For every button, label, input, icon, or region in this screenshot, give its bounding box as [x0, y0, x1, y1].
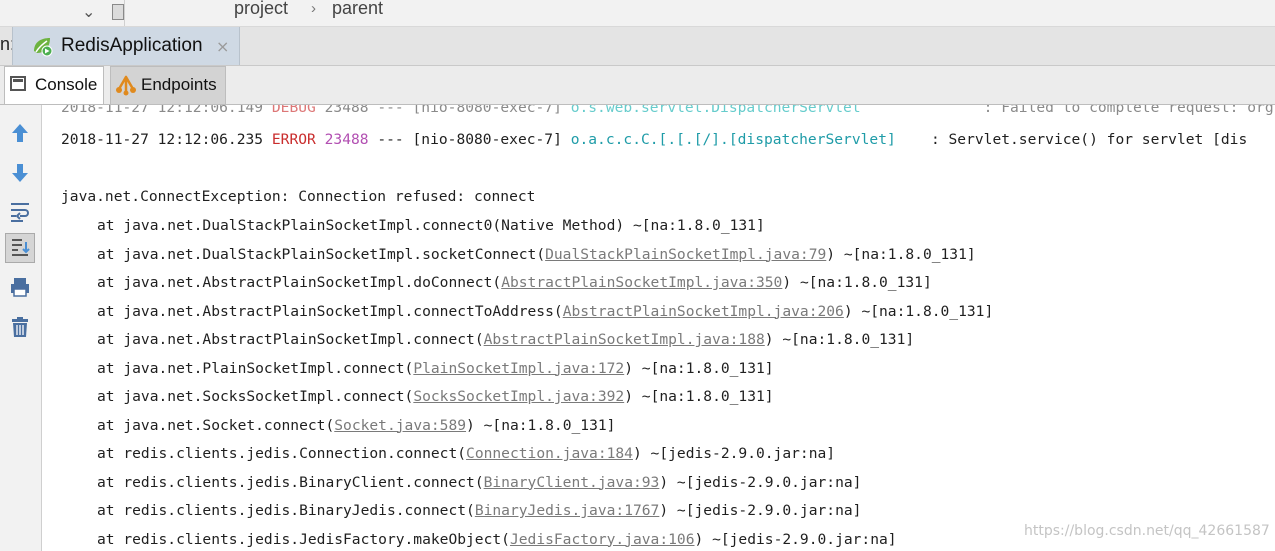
close-icon[interactable]: × [216, 37, 229, 56]
breadcrumb-item-parent[interactable]: parent [332, 0, 383, 19]
console-icon [10, 76, 26, 91]
tab-endpoints-label: Endpoints [141, 75, 217, 94]
stack-frame: at java.net.AbstractPlainSocketImpl.conn… [97, 302, 994, 320]
source-link[interactable]: Connection.java:184 [466, 445, 633, 462]
stack-method: at java.net.Socket.connect [97, 416, 326, 434]
stack-method: at java.net.DualStackPlainSocketImpl.soc… [97, 245, 537, 263]
source-link[interactable]: BinaryClient.java:93 [484, 474, 660, 491]
stack-frame: at redis.clients.jedis.Connection.connec… [97, 445, 836, 462]
stack-jar-info: ~[na:1.8.0_131] [624, 217, 765, 234]
soft-wrap-icon[interactable] [8, 199, 32, 223]
source-link[interactable]: DualStackPlainSocketImpl.java:79 [545, 246, 826, 263]
breadcrumb-bar: ⌄ project › parent [0, 0, 1275, 27]
stack-method: at redis.clients.jedis.BinaryJedis.conne… [97, 502, 467, 519]
stack-method: at redis.clients.jedis.Connection.connec… [97, 445, 458, 462]
stack-jar-info: ~[na:1.8.0_131] [633, 388, 774, 405]
stack-frame: at java.net.PlainSocketImpl.connect(Plai… [97, 359, 774, 377]
file-icon [112, 4, 124, 20]
print-icon[interactable] [8, 275, 32, 299]
stack-frame: at redis.clients.jedis.JedisFactory.make… [97, 530, 897, 548]
log-thread: [nio-8080-exec-7] [412, 131, 562, 148]
stack-jar-info: ~[jedis-2.9.0.jar:na] [703, 530, 897, 548]
log-message: : Servlet.service() for servlet [dis [930, 131, 1248, 148]
scroll-to-end-icon[interactable] [5, 233, 35, 263]
source-link[interactable]: SocksSocketImpl.java:392 [413, 388, 624, 405]
stack-method: at java.net.DualStackPlainSocketImpl.con… [97, 217, 625, 234]
stack-frame: at redis.clients.jedis.BinaryClient.conn… [97, 473, 862, 491]
run-tab-bar: n: RedisApplication × [0, 27, 1275, 66]
log-date: 2018-11-27 12:12:06.235 [61, 131, 264, 148]
source-link[interactable]: AbstractPlainSocketImpl.java:206 [563, 303, 844, 320]
stack-frame: at java.net.AbstractPlainSocketImpl.doCo… [97, 274, 932, 291]
run-tab-redis-application[interactable]: RedisApplication × [12, 27, 240, 65]
tab-endpoints[interactable]: Endpoints [110, 66, 226, 104]
log-pid: 23488 [324, 131, 369, 148]
stack-jar-info: ~[na:1.8.0_131] [791, 274, 932, 291]
log-level: ERROR [271, 131, 316, 148]
source-link[interactable]: JedisFactory.java:106 [510, 531, 695, 548]
breadcrumb-separator: › [311, 0, 316, 17]
stack-method: at java.net.AbstractPlainSocketImpl.conn… [97, 331, 475, 348]
tab-console-label: Console [35, 75, 98, 94]
source-link[interactable]: Socket.java:589 [334, 417, 466, 434]
stack-jar-info: ~[na:1.8.0_131] [835, 245, 976, 263]
stack-method: at redis.clients.jedis.JedisFactory.make… [97, 530, 502, 548]
spring-boot-icon [34, 38, 53, 57]
arrow-down-icon[interactable] [8, 161, 32, 185]
stack-frame: at java.net.DualStackPlainSocketImpl.con… [97, 217, 765, 234]
console-side-toolbar [0, 105, 42, 551]
source-link[interactable]: BinaryJedis.java:1767 [475, 502, 660, 519]
scroll-to-end-glyph [12, 239, 30, 256]
stack-jar-info: ~[na:1.8.0_131] [852, 302, 994, 320]
log-logger[interactable]: o.a.c.c.C.[.[.[/].[dispatcherServlet] [571, 131, 896, 148]
console-toolbar: Console Endpoints [0, 66, 1275, 105]
chevron-down-icon[interactable]: ⌄ [82, 2, 95, 21]
stack-method: at redis.clients.jedis.BinaryClient.conn… [97, 473, 475, 491]
source-link[interactable]: AbstractPlainSocketImpl.java:188 [484, 331, 765, 348]
tab-console[interactable]: Console [4, 66, 104, 104]
trash-icon[interactable] [8, 315, 32, 339]
log-line-partial: 2018-11-27 12:12:06.149 DEBUG 23488 --- … [61, 105, 1275, 116]
stack-frame: at java.net.SocksSocketImpl.connect(Sock… [97, 388, 774, 405]
source-link[interactable]: PlainSocketImpl.java:172 [413, 360, 624, 377]
stack-method: at java.net.SocksSocketImpl.connect [97, 388, 405, 405]
stack-jar-info: ~[na:1.8.0_131] [474, 416, 616, 434]
stack-method: at java.net.PlainSocketImpl.connect [97, 359, 405, 377]
stack-method: at java.net.AbstractPlainSocketImpl.doCo… [97, 274, 493, 291]
breadcrumb-item-project[interactable]: project [234, 0, 288, 19]
stack-frame: at java.net.AbstractPlainSocketImpl.conn… [97, 331, 915, 348]
arrow-up-icon[interactable] [8, 121, 32, 145]
stack-method: at java.net.AbstractPlainSocketImpl.conn… [97, 302, 554, 320]
stack-jar-info: ~[jedis-2.9.0.jar:na] [668, 502, 862, 519]
exception-line: java.net.ConnectException: Connection re… [61, 188, 536, 205]
watermark: https://blog.csdn.net/qq_42661587 [1024, 523, 1270, 539]
source-link[interactable]: AbstractPlainSocketImpl.java:350 [501, 274, 782, 291]
stack-frame: at java.net.Socket.connect(Socket.java:5… [97, 416, 616, 434]
stack-jar-info: ~[na:1.8.0_131] [633, 359, 774, 377]
stack-jar-info: ~[na:1.8.0_131] [773, 331, 915, 348]
stack-jar-info: ~[jedis-2.9.0.jar:na] [668, 473, 862, 491]
stack-frame: at redis.clients.jedis.BinaryJedis.conne… [97, 502, 862, 519]
stack-jar-info: ~[jedis-2.9.0.jar:na] [641, 445, 836, 462]
endpoints-icon [116, 75, 136, 96]
run-tab-title: RedisApplication [61, 35, 203, 56]
console-output[interactable]: 2018-11-27 12:12:06.149 DEBUG 23488 --- … [42, 105, 1275, 551]
log-line-error: 2018-11-27 12:12:06.235 ERROR 23488 --- … [61, 131, 1248, 148]
divider [124, 0, 125, 26]
stack-frame: at java.net.DualStackPlainSocketImpl.soc… [97, 245, 976, 263]
